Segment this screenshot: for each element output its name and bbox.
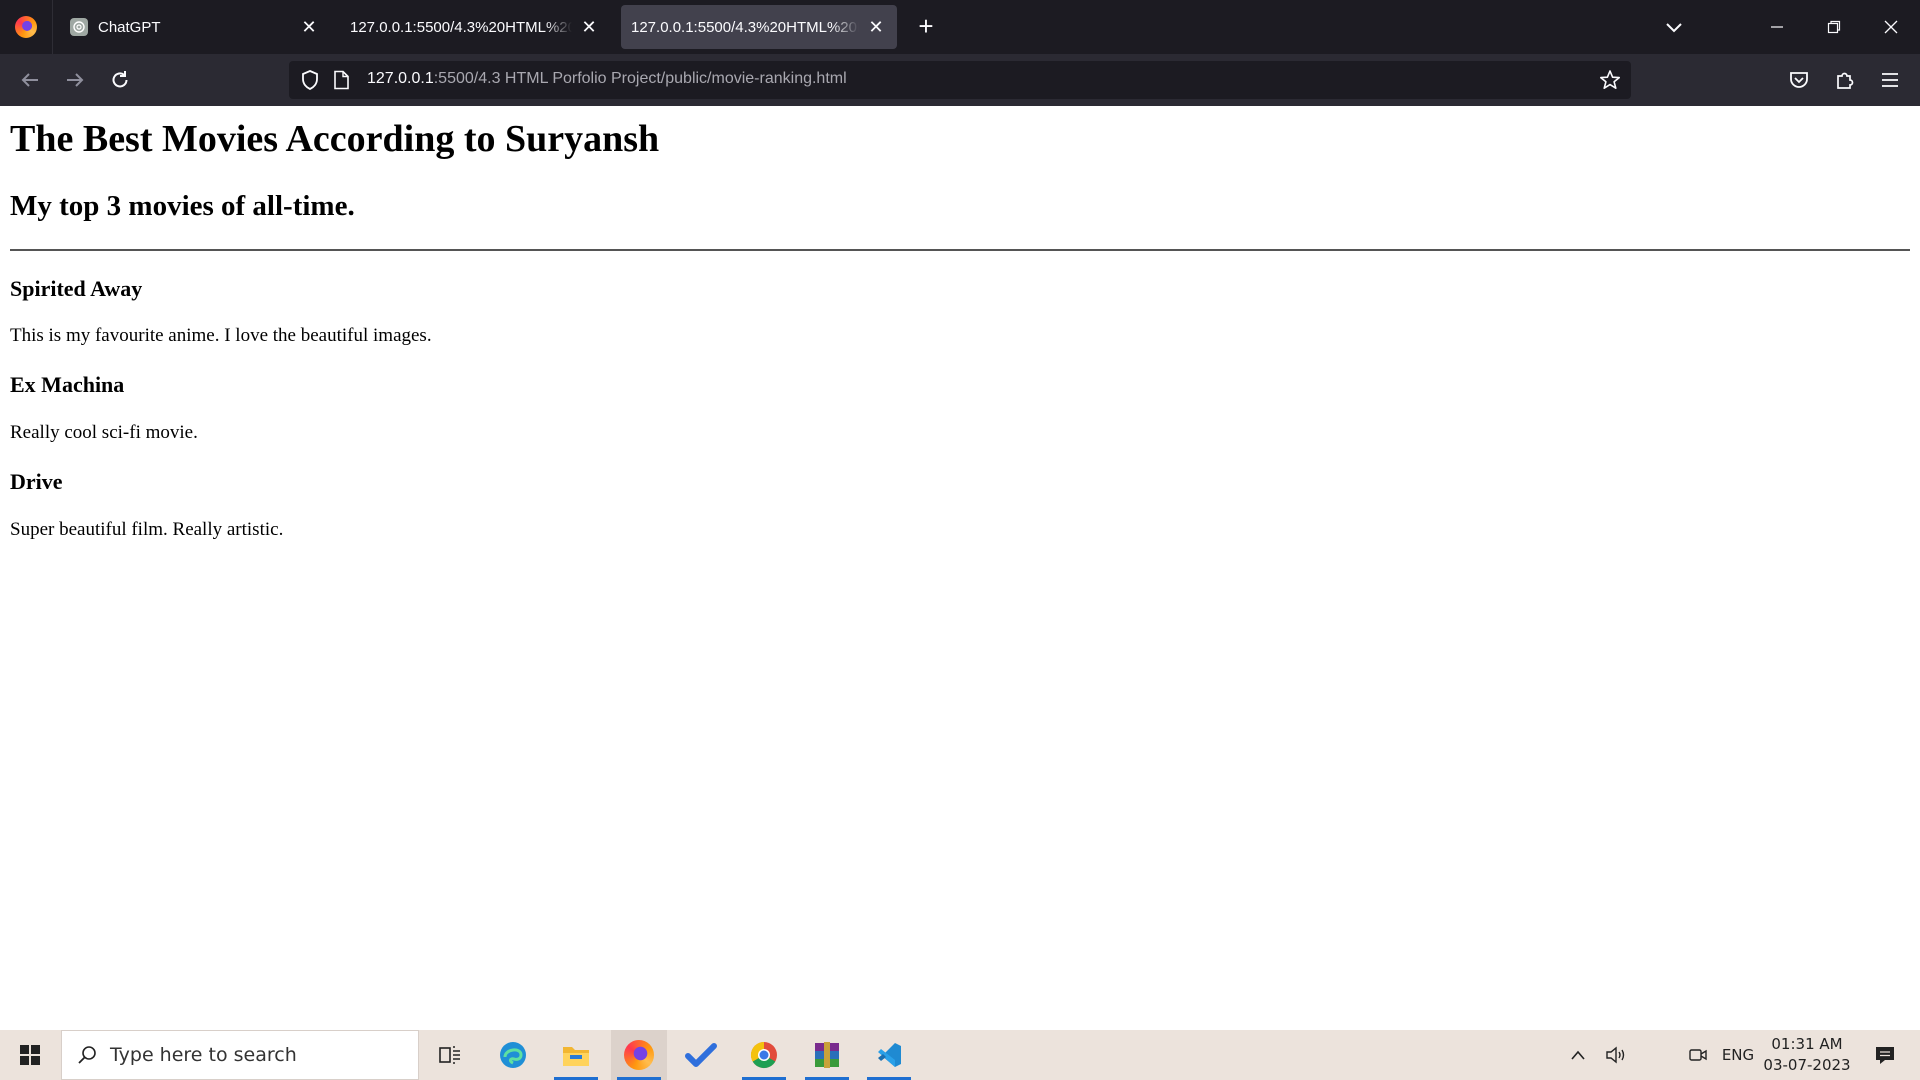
url-text[interactable]: 127.0.0.1:5500/4.3 HTML Porfolio Project…: [367, 70, 847, 88]
clock-date: 03-07-2023: [1763, 1056, 1851, 1074]
tab-title: 127.0.0.1:5500/4.3%20HTML%20Porfolio%20P…: [631, 18, 859, 36]
pocket-icon: [1790, 72, 1808, 88]
bookmark-star-icon[interactable]: [1599, 69, 1621, 96]
tab-movie-ranking[interactable]: 127.0.0.1:5500/4.3%20HTML%20Porfolio%20P…: [340, 5, 610, 49]
url-bar[interactable]: 127.0.0.1:5500/4.3 HTML Porfolio Project…: [289, 61, 1631, 99]
restore-button[interactable]: [1806, 0, 1862, 54]
windows-logo-icon: [20, 1045, 40, 1065]
tab-title: 127.0.0.1:5500/4.3%20HTML%20Porfolio%20P…: [350, 18, 572, 36]
firefox-view-button[interactable]: [0, 0, 53, 54]
puzzle-icon: [1837, 72, 1854, 89]
chevron-up-icon: [1571, 1050, 1585, 1060]
clock[interactable]: 01:31 AM 03-07-2023: [1760, 1034, 1854, 1076]
chrome-icon[interactable]: [736, 1030, 792, 1080]
restore-icon: [1827, 20, 1841, 34]
page-content: The Best Movies According to Suryansh My…: [0, 106, 1920, 1030]
page-title: The Best Movies According to Suryansh: [10, 118, 660, 160]
movie-title: Ex Machina: [10, 372, 125, 397]
winrar-icon[interactable]: [799, 1030, 855, 1080]
close-tab-icon[interactable]: ✕: [865, 16, 887, 38]
movie-description: Super beautiful film. Really artistic.: [10, 519, 284, 540]
edge-icon[interactable]: [485, 1030, 541, 1080]
reload-button[interactable]: [104, 64, 136, 96]
meet-now-button[interactable]: [1683, 1030, 1713, 1080]
divider: [10, 249, 1910, 251]
chevron-down-icon: [1666, 23, 1682, 33]
tab-chatgpt[interactable]: ChatGPT ✕: [60, 5, 330, 49]
close-window-button[interactable]: [1863, 0, 1919, 54]
forward-button[interactable]: [59, 64, 91, 96]
show-hidden-icons-button[interactable]: [1563, 1030, 1593, 1080]
browser-tabstrip: ChatGPT ✕ 127.0.0.1:5500/4.3%20HTML%20Po…: [0, 0, 1920, 54]
taskbar-search-box[interactable]: Type here to search: [61, 1030, 419, 1080]
movie-title: Spirited Away: [10, 276, 143, 301]
movie-description: This is my favourite anime. I love the b…: [10, 325, 432, 346]
minimize-button[interactable]: [1749, 0, 1805, 54]
page-icon[interactable]: [332, 70, 350, 95]
todo-icon[interactable]: [673, 1030, 729, 1080]
file-explorer-icon[interactable]: [548, 1030, 604, 1080]
vscode-icon[interactable]: [861, 1030, 917, 1080]
extensions-button[interactable]: [1829, 64, 1861, 96]
volume-button[interactable]: [1602, 1030, 1632, 1080]
notification-icon: [1876, 1047, 1894, 1064]
browser-navbar: 127.0.0.1:5500/4.3 HTML Porfolio Project…: [0, 54, 1920, 106]
close-icon: [1884, 20, 1898, 34]
notifications-button[interactable]: [1863, 1030, 1907, 1080]
camera-icon: [1689, 1049, 1707, 1061]
start-button[interactable]: [0, 1030, 60, 1080]
url-path: :5500/4.3 HTML Porfolio Project/public/m…: [433, 70, 847, 87]
taskbar: Type here to search ENG 01:31 AM 03-07-2…: [0, 1030, 1920, 1080]
search-icon: [78, 1046, 96, 1064]
close-tab-icon[interactable]: ✕: [298, 16, 320, 38]
hamburger-menu-icon: [1882, 73, 1898, 87]
minimize-icon: [1771, 26, 1783, 28]
shield-icon[interactable]: [299, 69, 321, 96]
list-all-tabs-button[interactable]: [1661, 14, 1687, 40]
clock-time: 01:31 AM: [1771, 1035, 1843, 1053]
firefox-icon[interactable]: [611, 1030, 667, 1080]
arrow-left-icon: [21, 73, 38, 87]
tab-title: ChatGPT: [98, 18, 161, 36]
tab-movie-ranking-active[interactable]: 127.0.0.1:5500/4.3%20HTML%20Porfolio%20P…: [621, 5, 897, 49]
arrow-right-icon: [67, 73, 84, 87]
page-subtitle: My top 3 movies of all-time.: [10, 190, 355, 222]
new-tab-button[interactable]: +: [912, 13, 940, 41]
app-menu-button[interactable]: [1874, 64, 1906, 96]
pocket-button[interactable]: [1783, 64, 1815, 96]
movie-description: Really cool sci-fi movie.: [10, 422, 198, 443]
url-host: 127.0.0.1: [367, 70, 434, 87]
task-view-icon[interactable]: [422, 1030, 478, 1080]
chatgpt-icon: [70, 18, 88, 36]
firefox-icon: [15, 16, 37, 38]
speaker-icon: [1606, 1046, 1625, 1064]
back-button[interactable]: [14, 64, 46, 96]
movie-title: Drive: [10, 469, 63, 494]
reload-icon: [112, 71, 128, 88]
search-placeholder: Type here to search: [110, 1044, 297, 1066]
language-indicator[interactable]: ENG: [1717, 1030, 1759, 1080]
close-tab-icon[interactable]: ✕: [578, 16, 600, 38]
